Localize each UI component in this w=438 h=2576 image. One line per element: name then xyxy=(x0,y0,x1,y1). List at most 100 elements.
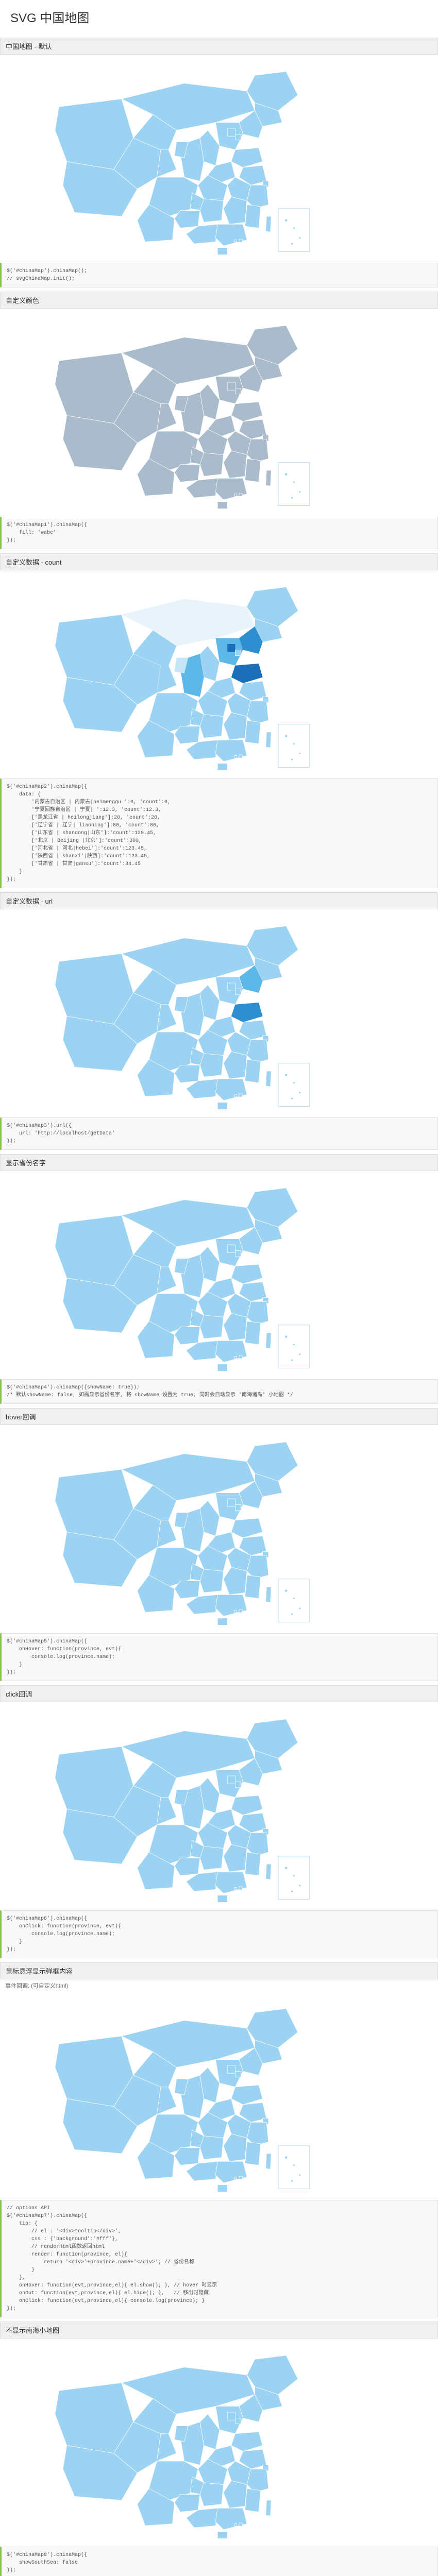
province-台湾[interactable] xyxy=(266,1071,272,1087)
province-广东[interactable] xyxy=(215,2508,247,2530)
province-山东[interactable] xyxy=(231,2085,263,2105)
province-湖南[interactable] xyxy=(200,1569,224,1593)
province-江西[interactable] xyxy=(224,451,247,478)
province-香港[interactable] xyxy=(239,755,242,758)
province-澳门[interactable] xyxy=(234,240,237,243)
province-广东[interactable] xyxy=(215,1872,247,1893)
province-湖南[interactable] xyxy=(200,1315,224,1339)
province-山东[interactable] xyxy=(231,1795,263,1815)
province-北京[interactable] xyxy=(227,1499,235,1506)
province-海南[interactable] xyxy=(217,2532,227,2539)
province-江西[interactable] xyxy=(224,713,247,740)
province-江西[interactable] xyxy=(224,197,247,224)
province-广东[interactable] xyxy=(215,224,247,246)
province-台湾[interactable] xyxy=(266,1864,272,1879)
province-江西[interactable] xyxy=(224,1844,247,1872)
province-江西[interactable] xyxy=(224,1313,247,1341)
province-福建[interactable] xyxy=(245,1059,260,1083)
province-天津[interactable] xyxy=(235,650,241,655)
province-海南[interactable] xyxy=(217,1364,227,1371)
province-天津[interactable] xyxy=(235,134,241,140)
province-海南[interactable] xyxy=(217,502,227,509)
province-海南[interactable] xyxy=(217,1895,227,1903)
province-海南[interactable] xyxy=(217,1618,227,1625)
province-澳门[interactable] xyxy=(234,1611,237,1613)
province-贵州[interactable] xyxy=(175,1065,200,1083)
province-广东[interactable] xyxy=(215,2161,247,2183)
province-天津[interactable] xyxy=(235,2418,241,2424)
province-台湾[interactable] xyxy=(266,1333,272,1348)
province-北京[interactable] xyxy=(227,2412,235,2420)
province-香港[interactable] xyxy=(239,239,242,242)
province-广东[interactable] xyxy=(215,1595,247,1616)
province-广东[interactable] xyxy=(215,1341,247,1362)
province-湖南[interactable] xyxy=(200,2483,224,2506)
province-湖南[interactable] xyxy=(200,199,224,223)
province-贵州[interactable] xyxy=(175,1327,200,1345)
province-台湾[interactable] xyxy=(266,470,272,486)
province-天津[interactable] xyxy=(235,1782,241,1787)
province-贵州[interactable] xyxy=(175,2495,200,2512)
province-福建[interactable] xyxy=(245,1575,260,1599)
province-北京[interactable] xyxy=(227,1245,235,1252)
province-福建[interactable] xyxy=(245,459,260,482)
province-天津[interactable] xyxy=(235,1250,241,1256)
province-天津[interactable] xyxy=(235,989,241,994)
province-山东[interactable] xyxy=(231,2432,263,2451)
province-北京[interactable] xyxy=(227,644,235,652)
province-福建[interactable] xyxy=(245,1852,260,1876)
province-澳门[interactable] xyxy=(234,494,237,497)
province-澳门[interactable] xyxy=(234,1095,237,1097)
province-江西[interactable] xyxy=(224,1052,247,1079)
province-海南[interactable] xyxy=(217,248,227,255)
province-贵州[interactable] xyxy=(175,726,200,744)
province-广东[interactable] xyxy=(215,1079,247,1100)
province-北京[interactable] xyxy=(227,1776,235,1784)
province-江西[interactable] xyxy=(224,1567,247,1595)
province-海南[interactable] xyxy=(217,2185,227,2192)
province-福建[interactable] xyxy=(245,2142,260,2165)
province-北京[interactable] xyxy=(227,2065,235,2073)
province-香港[interactable] xyxy=(239,1887,242,1890)
province-福建[interactable] xyxy=(245,2488,260,2512)
province-山东[interactable] xyxy=(231,148,263,167)
province-广东[interactable] xyxy=(215,478,247,500)
province-北京[interactable] xyxy=(227,983,235,991)
province-香港[interactable] xyxy=(239,1094,242,1097)
province-山东[interactable] xyxy=(231,1264,263,1284)
province-澳门[interactable] xyxy=(234,2524,237,2527)
province-贵州[interactable] xyxy=(175,1581,200,1599)
province-香港[interactable] xyxy=(239,2176,242,2179)
province-湖南[interactable] xyxy=(200,1846,224,1870)
province-山东[interactable] xyxy=(231,1003,263,1022)
province-澳门[interactable] xyxy=(234,756,237,758)
province-澳门[interactable] xyxy=(234,2177,237,2180)
province-台湾[interactable] xyxy=(266,732,272,748)
province-天津[interactable] xyxy=(235,2071,241,2077)
province-香港[interactable] xyxy=(239,1609,242,1613)
province-香港[interactable] xyxy=(239,1355,242,1359)
province-福建[interactable] xyxy=(245,205,260,228)
province-湖南[interactable] xyxy=(200,1054,224,1077)
province-湖南[interactable] xyxy=(200,715,224,738)
province-台湾[interactable] xyxy=(266,2154,272,2169)
province-海南[interactable] xyxy=(217,764,227,771)
province-台湾[interactable] xyxy=(266,216,272,232)
province-山东[interactable] xyxy=(231,402,263,421)
province-澳门[interactable] xyxy=(234,1357,237,1359)
province-贵州[interactable] xyxy=(175,1858,200,1876)
province-广东[interactable] xyxy=(215,740,247,761)
province-湖南[interactable] xyxy=(200,2136,224,2160)
province-贵州[interactable] xyxy=(175,465,200,482)
province-北京[interactable] xyxy=(227,128,235,136)
province-香港[interactable] xyxy=(239,2523,242,2526)
province-江西[interactable] xyxy=(224,2481,247,2508)
province-贵州[interactable] xyxy=(175,2148,200,2165)
province-台湾[interactable] xyxy=(266,1587,272,1602)
province-海南[interactable] xyxy=(217,1103,227,1110)
province-香港[interactable] xyxy=(239,493,242,496)
province-天津[interactable] xyxy=(235,1504,241,1510)
province-北京[interactable] xyxy=(227,382,235,390)
province-贵州[interactable] xyxy=(175,211,200,228)
province-山东[interactable] xyxy=(231,1518,263,1538)
